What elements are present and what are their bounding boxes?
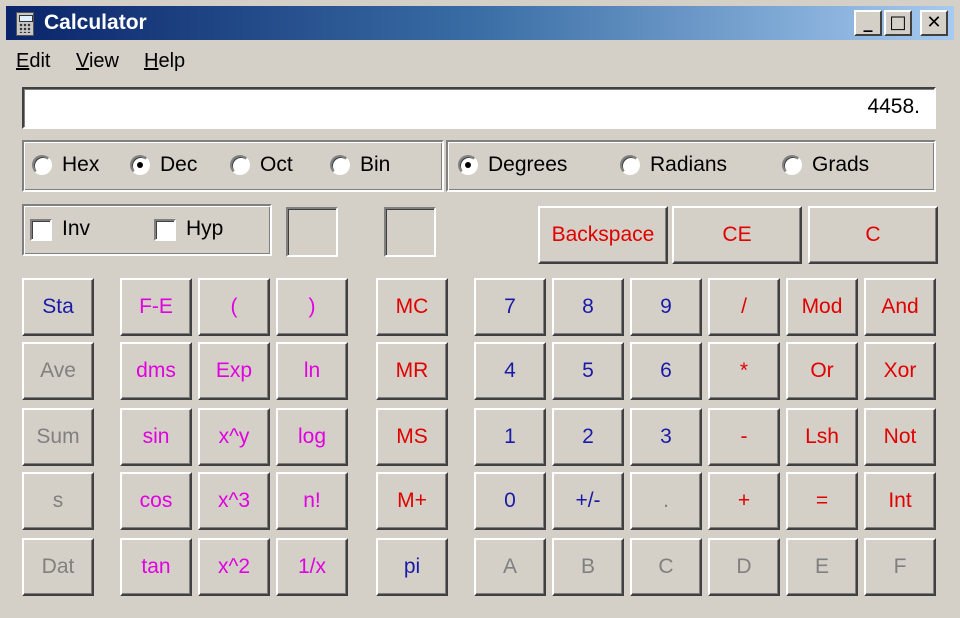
lsh-button[interactable]: Lsh xyxy=(786,408,858,466)
8-button[interactable]: 8 xyxy=(552,278,624,336)
checkbox-label: Hyp xyxy=(186,217,224,240)
exp-button[interactable]: Exp xyxy=(198,342,270,400)
a-button[interactable]: A xyxy=(474,538,546,596)
ave-button[interactable]: Ave xyxy=(22,342,94,400)
maximize-button[interactable]: □ xyxy=(884,10,912,36)
tan-button[interactable]: tan xyxy=(120,538,192,596)
radio-label: Hex xyxy=(62,153,100,176)
radio-label: Dec xyxy=(160,153,198,176)
inv-hyp-group xyxy=(22,204,272,256)
mod-button[interactable]: Mod xyxy=(786,278,858,336)
menu-view[interactable]: View xyxy=(76,50,119,73)
title-bar[interactable]: Calculator _ □ ✕ xyxy=(6,6,954,40)
sta-button[interactable]: Sta xyxy=(22,278,94,336)
f-e-button[interactable]: F-E xyxy=(120,278,192,336)
sin-button[interactable]: sin xyxy=(120,408,192,466)
4-button[interactable]: 4 xyxy=(474,342,546,400)
x-pow-y-button[interactable]: x^y xyxy=(198,408,270,466)
checkbox-label: Inv xyxy=(62,217,91,240)
std-dev-button[interactable]: s xyxy=(22,472,94,530)
m--button[interactable]: M+ xyxy=(376,472,448,530)
factorial-button[interactable]: n! xyxy=(276,472,348,530)
close-button[interactable]: ✕ xyxy=(920,10,948,36)
pi-button[interactable]: pi xyxy=(376,538,448,596)
parentheses-indicator xyxy=(286,207,338,257)
reciprocal-button[interactable]: 1/x xyxy=(276,538,348,596)
ln-button[interactable]: ln xyxy=(276,342,348,400)
ms-button[interactable]: MS xyxy=(376,408,448,466)
and-button[interactable]: And xyxy=(864,278,936,336)
menu-help[interactable]: Help xyxy=(144,50,185,73)
radio-button-icon[interactable] xyxy=(32,155,52,175)
1-button[interactable]: 1 xyxy=(474,408,546,466)
sign-toggle-button[interactable]: +/- xyxy=(552,472,624,530)
checkbox-icon[interactable] xyxy=(154,219,176,241)
display-value: 4458. xyxy=(867,95,920,118)
6-button[interactable]: 6 xyxy=(630,342,702,400)
mc-button[interactable]: MC xyxy=(376,278,448,336)
radio-button-icon[interactable] xyxy=(458,155,478,175)
dat-button[interactable]: Dat xyxy=(22,538,94,596)
log-button[interactable]: log xyxy=(276,408,348,466)
radio-label: Bin xyxy=(360,153,391,176)
radio-label: Radians xyxy=(650,153,728,176)
b-button[interactable]: B xyxy=(552,538,624,596)
or-button[interactable]: Or xyxy=(786,342,858,400)
divide-button[interactable]: / xyxy=(708,278,780,336)
7-button[interactable]: 7 xyxy=(474,278,546,336)
multiply-button[interactable]: * xyxy=(708,342,780,400)
backspace-button[interactable]: Backspace xyxy=(538,206,668,264)
radio-button-icon[interactable] xyxy=(230,155,250,175)
3-button[interactable]: 3 xyxy=(630,408,702,466)
f-button[interactable]: F xyxy=(864,538,936,596)
c-button[interactable]: C xyxy=(808,206,938,264)
cos-button[interactable]: cos xyxy=(120,472,192,530)
mr-button[interactable]: MR xyxy=(376,342,448,400)
ce-button[interactable]: CE xyxy=(672,206,802,264)
not-button[interactable]: Not xyxy=(864,408,936,466)
x-cubed-button[interactable]: x^3 xyxy=(198,472,270,530)
equals-button[interactable]: = xyxy=(786,472,858,530)
memory-indicator xyxy=(384,207,436,257)
dms-button[interactable]: dms xyxy=(120,342,192,400)
5-button[interactable]: 5 xyxy=(552,342,624,400)
radio-button-icon[interactable] xyxy=(330,155,350,175)
sum-button[interactable]: Sum xyxy=(22,408,94,466)
menu-edit[interactable]: Edit xyxy=(16,50,50,73)
c-button[interactable]: C xyxy=(630,538,702,596)
close-paren-button[interactable]: ) xyxy=(276,278,348,336)
e-button[interactable]: E xyxy=(786,538,858,596)
xor-button[interactable]: Xor xyxy=(864,342,936,400)
open-paren-button[interactable]: ( xyxy=(198,278,270,336)
add-button[interactable]: + xyxy=(708,472,780,530)
radio-button-icon[interactable] xyxy=(130,155,150,175)
window-title: Calculator xyxy=(44,11,147,34)
x-squared-button[interactable]: x^2 xyxy=(198,538,270,596)
int-button[interactable]: Int xyxy=(864,472,936,530)
calculator-window: Calculator _ □ ✕ Edit View Help 4458. He… xyxy=(0,0,960,618)
radio-button-icon[interactable] xyxy=(782,155,802,175)
radio-button-icon[interactable] xyxy=(620,155,640,175)
9-button[interactable]: 9 xyxy=(630,278,702,336)
0-button[interactable]: 0 xyxy=(474,472,546,530)
subtract-button[interactable]: - xyxy=(708,408,780,466)
radio-label: Oct xyxy=(260,153,293,176)
radio-label: Grads xyxy=(812,153,870,176)
checkbox-icon[interactable] xyxy=(30,219,52,241)
decimal-point-button[interactable]: . xyxy=(630,472,702,530)
minimize-button[interactable]: _ xyxy=(854,10,882,36)
2-button[interactable]: 2 xyxy=(552,408,624,466)
calculator-icon[interactable] xyxy=(16,12,34,36)
result-display: 4458. xyxy=(22,87,936,129)
radio-label: Degrees xyxy=(488,153,568,176)
d-button[interactable]: D xyxy=(708,538,780,596)
